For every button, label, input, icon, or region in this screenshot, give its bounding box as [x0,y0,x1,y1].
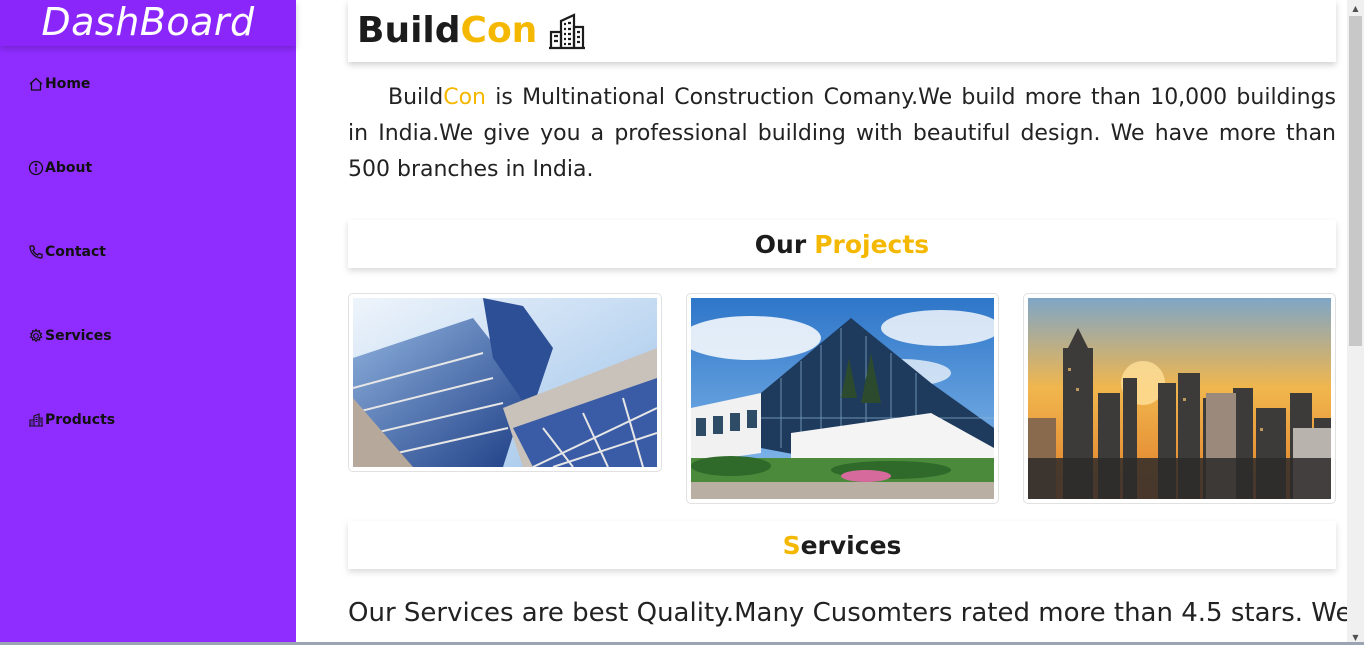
project-card-2[interactable] [686,293,999,504]
intro-brand-con: Con [443,85,486,110]
home-icon [29,77,43,91]
sidebar-item-products[interactable]: Products [28,412,115,428]
services-heading-s: S [782,530,801,560]
phone-icon [29,245,43,259]
buildings-icon [29,413,43,427]
intro-text: is Multinational Construction Comany.We … [348,85,1336,182]
project-card-1[interactable] [348,293,662,472]
intro-brand-build: Build [388,85,444,110]
projects-heading-projects: Projects [814,229,930,259]
office-building-photo [691,298,994,499]
sidebar-item-label: About [45,160,93,176]
sidebar-item-home[interactable]: Home [28,76,90,92]
title-part-con: Con [460,10,538,51]
scrollbar-thumb[interactable] [1349,16,1362,346]
sidebar-item-label: Contact [45,244,106,260]
info-icon [28,160,44,176]
city-skyline-sunset-photo [1028,298,1331,499]
glass-skyscraper-photo [353,298,657,467]
scroll-up-arrow-icon[interactable]: ▲ [1347,0,1364,16]
page-title: Build Con [357,10,587,51]
page-header: Build Con [348,0,1336,62]
title-part-build: Build [357,10,461,51]
gear-icon [29,328,43,343]
projects-heading-our: Our [754,229,807,259]
sidebar: DashBoard Home About Contact Services Pr… [0,0,296,645]
brand-title: DashBoard [41,0,255,44]
sidebar-item-label: Home [45,76,91,92]
project-card-3[interactable] [1023,293,1336,504]
sidebar-item-services[interactable]: Services [28,328,112,344]
building-icon [549,12,586,49]
services-heading: Services [348,521,1336,569]
projects-heading: Our Projects [348,220,1336,268]
services-heading-rest: ervices [800,530,902,560]
vertical-scrollbar[interactable]: ▲ ▼ [1347,0,1364,645]
sidebar-brand[interactable]: DashBoard [0,0,296,46]
intro-paragraph: BuildCon is Multinational Construction C… [348,80,1336,188]
sidebar-item-contact[interactable]: Contact [28,244,106,260]
sidebar-item-about[interactable]: About [28,160,92,176]
services-paragraph: Our Services are best Quality.Many Cusom… [348,598,1352,628]
sidebar-item-label: Products [45,412,116,428]
sidebar-item-label: Services [45,328,112,344]
